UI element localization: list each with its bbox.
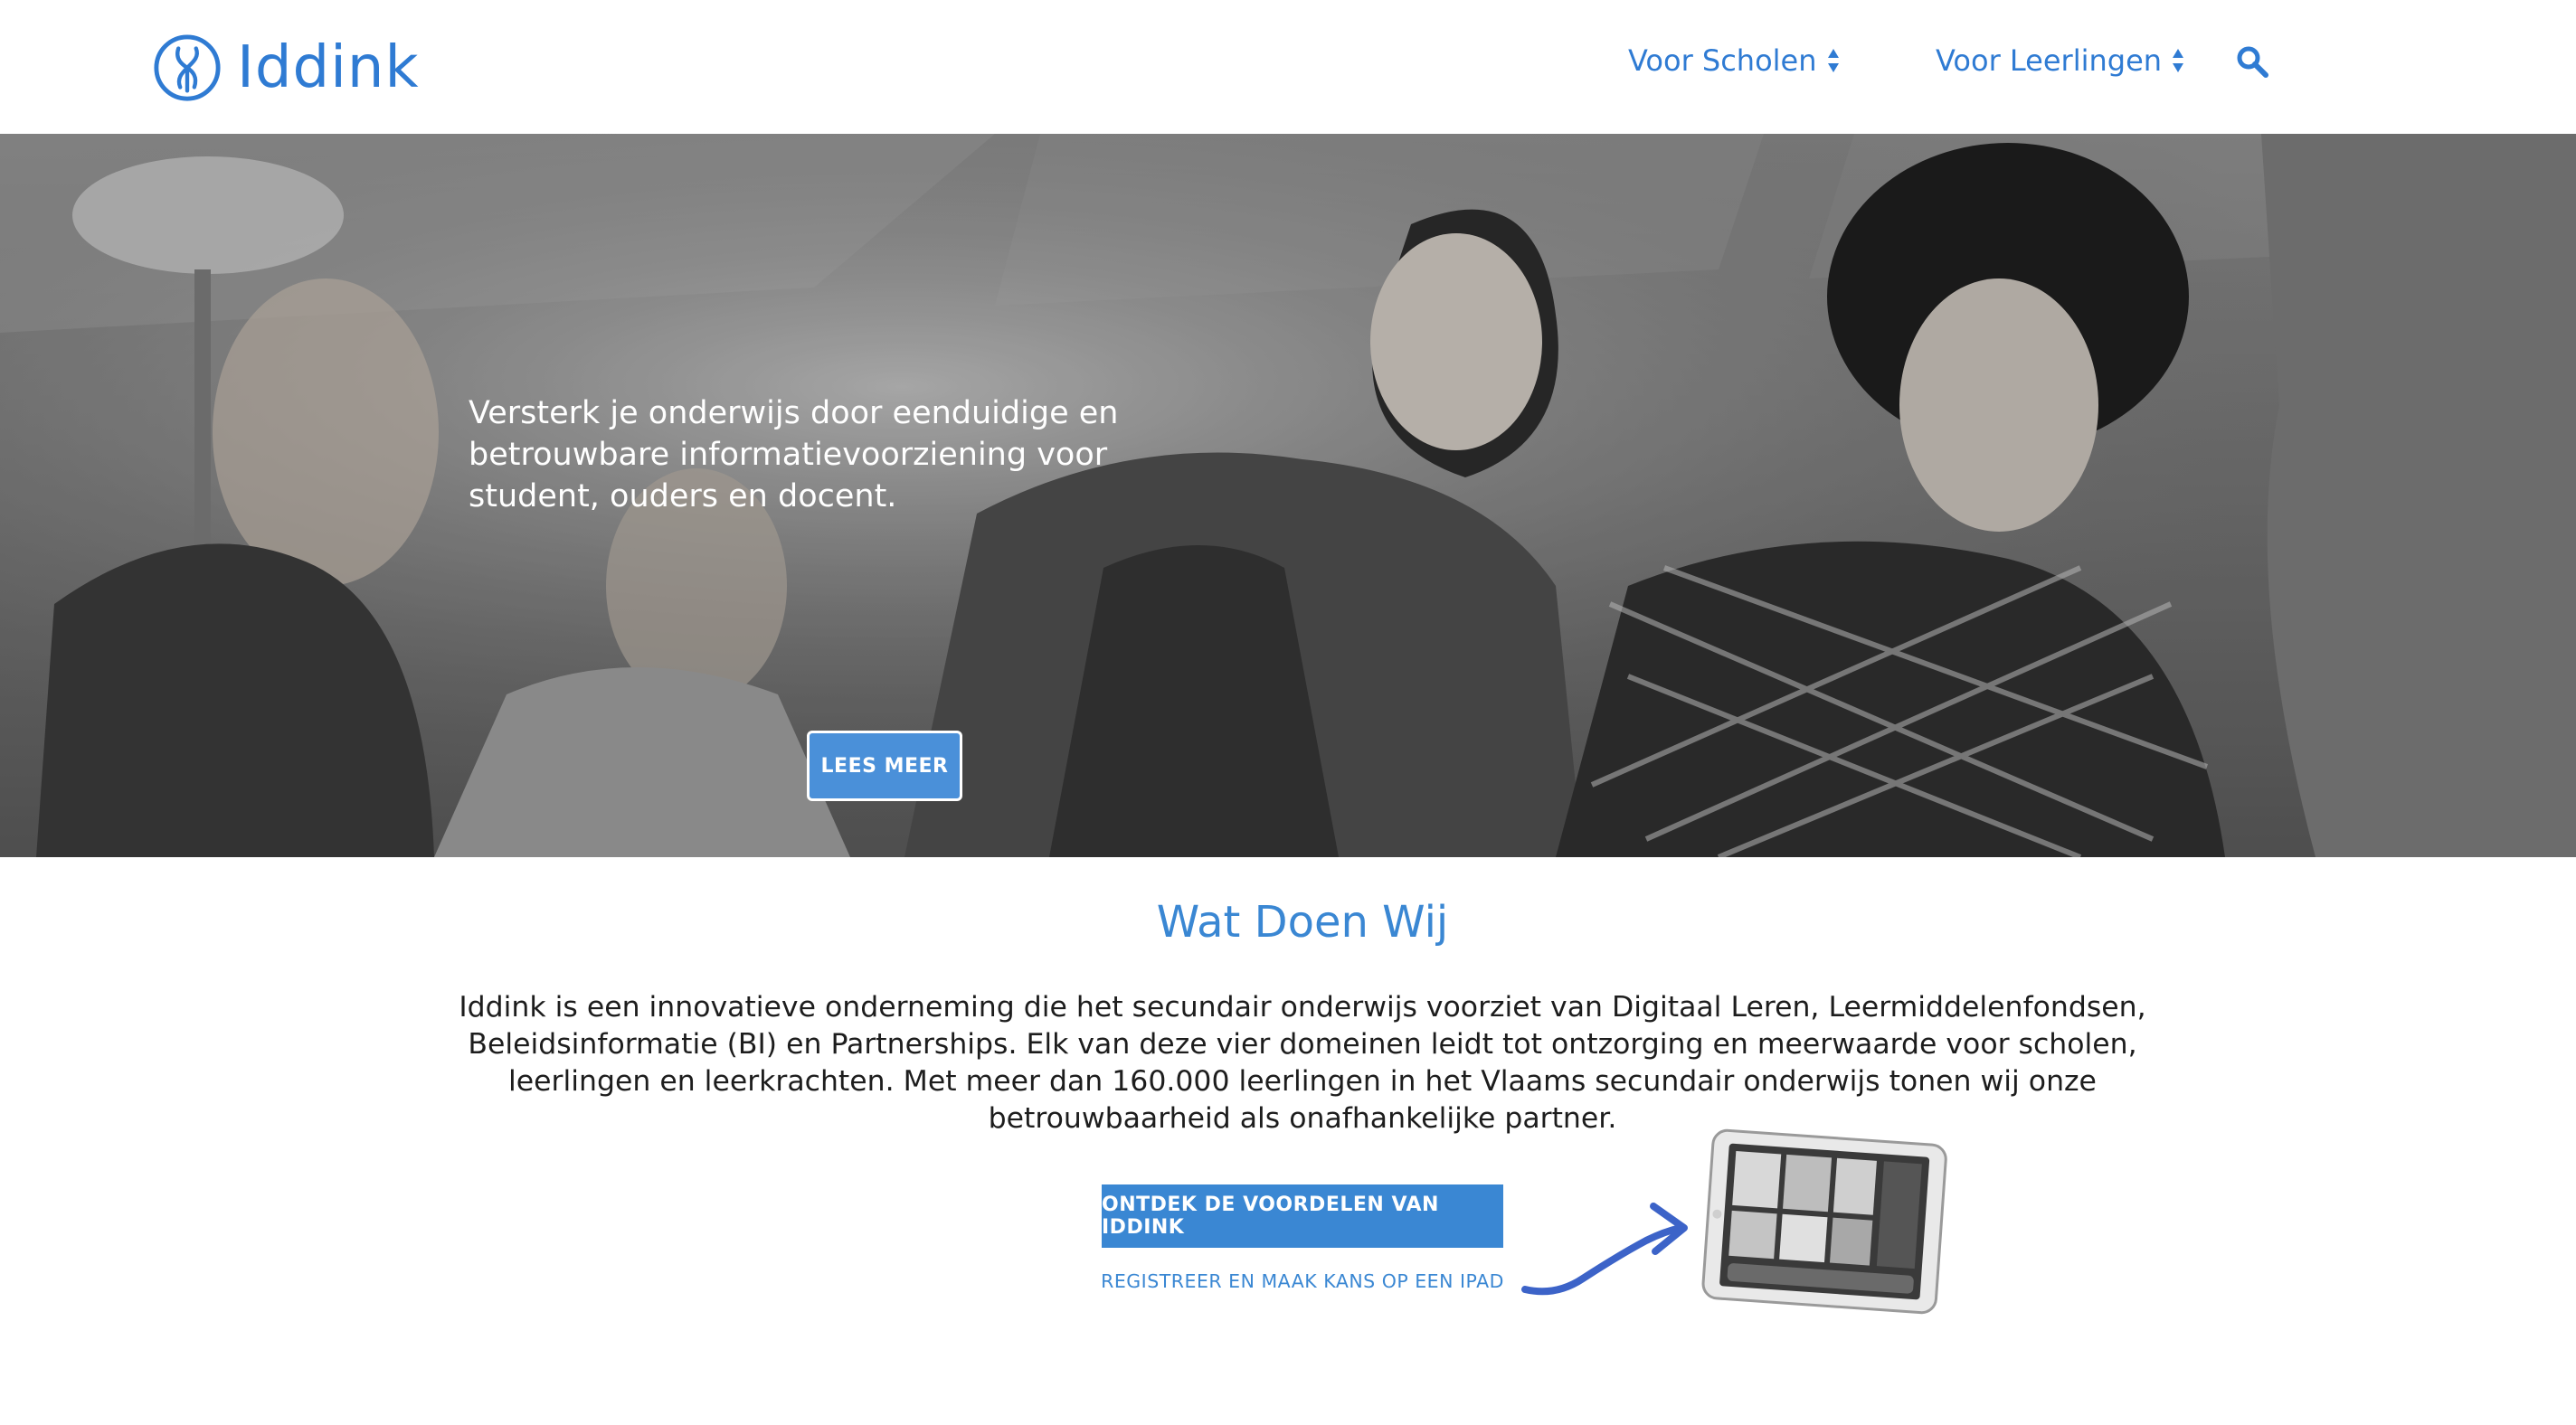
brand-name: Iddink: [237, 34, 420, 101]
hero-banner: Versterk je onderwijs door eenduidige en…: [0, 134, 2576, 857]
nav-voor-leerlingen[interactable]: Voor Leerlingen: [1936, 38, 2185, 83]
section-title: Wat Doen Wij: [1156, 897, 1449, 948]
search-icon[interactable]: [2236, 45, 2268, 78]
ipad-image: [1701, 1128, 1947, 1315]
registreer-ipad-link[interactable]: REGISTREER EN MAAK KANS OP EEN IPAD: [1049, 1270, 1556, 1292]
hero-tagline: Versterk je onderwijs door eenduidige en…: [469, 395, 1119, 514]
ontdek-voordelen-button[interactable]: ONTDEK DE VOORDELEN VAN IDDINK: [1102, 1184, 1503, 1248]
lees-meer-button[interactable]: LEES MEER: [807, 731, 962, 801]
hero-photo: [0, 134, 2576, 857]
nav-voor-scholen-label: Voor Scholen: [1628, 43, 1817, 78]
sort-updown-icon: [2173, 49, 2184, 72]
section-description: Iddink is een innovatieve onderneming di…: [459, 991, 2146, 1135]
nav-voor-scholen[interactable]: Voor Scholen: [1628, 38, 1841, 83]
site-header: Iddink Voor Scholen Voor Leerlingen: [0, 0, 2576, 134]
hand-drawn-arrow-icon: [1521, 1203, 1688, 1296]
iddink-logo[interactable]: Iddink: [152, 27, 420, 109]
iddink-logo-icon: [154, 34, 221, 101]
nav-voor-leerlingen-label: Voor Leerlingen: [1936, 43, 2163, 78]
sort-updown-icon: [1827, 49, 1839, 72]
